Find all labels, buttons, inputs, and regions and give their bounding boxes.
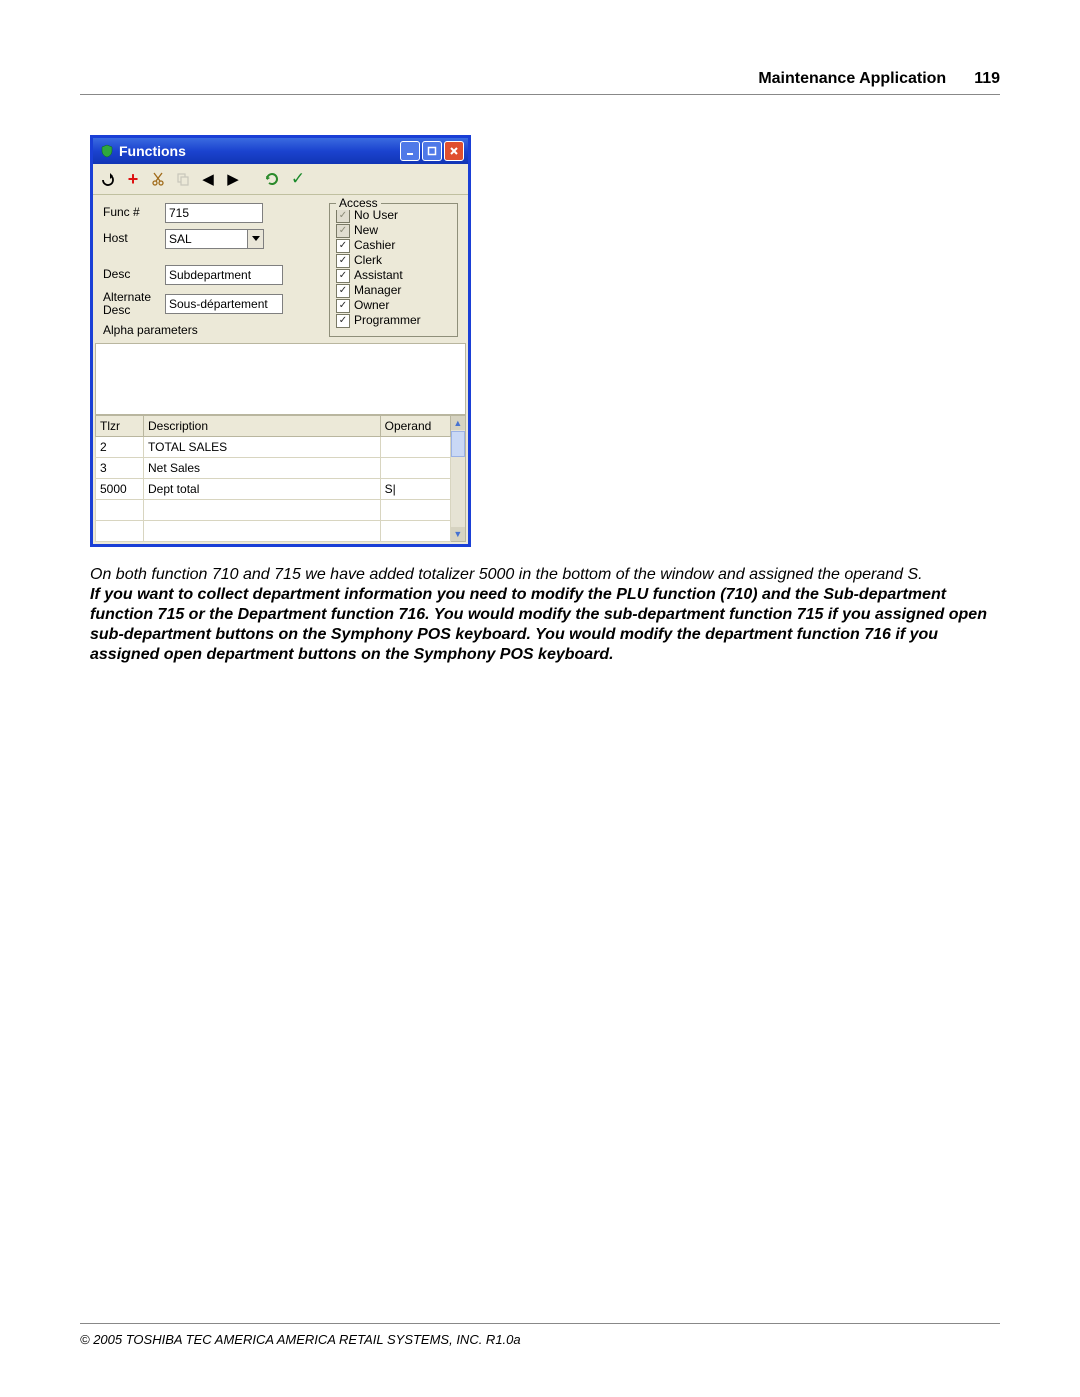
next-icon[interactable]: ▶ [224,170,242,188]
cell-operand[interactable] [380,458,450,479]
cell-tlzr[interactable] [96,521,144,542]
checkbox-icon[interactable]: ✓ [336,254,350,268]
table-row[interactable]: 5000Dept totalS| [96,479,451,500]
checkbox-icon[interactable]: ✓ [336,239,350,253]
table-row[interactable]: 2TOTAL SALES [96,437,451,458]
alpha-parameters-label: Alpha parameters [103,323,319,337]
access-label: No User [354,208,398,223]
add-icon[interactable]: + [124,170,142,188]
access-label: Owner [354,298,389,313]
scroll-up-icon[interactable]: ▲ [451,416,465,430]
cell-operand[interactable]: S| [380,479,450,500]
table-row[interactable] [96,521,451,542]
body-text: On both function 710 and 715 we have add… [90,565,990,665]
col-tlzr[interactable]: Tlzr [96,416,144,437]
cell-desc[interactable]: Net Sales [144,458,381,479]
ok-icon[interactable]: ✓ [289,170,307,188]
cell-tlzr[interactable]: 2 [96,437,144,458]
titlebar[interactable]: Functions [93,138,468,164]
func-label: Func # [103,206,165,219]
header-section: Maintenance Application [758,70,946,88]
table-row[interactable]: 3Net Sales [96,458,451,479]
page-header: Maintenance Application 119 [80,70,1000,95]
undo-icon[interactable] [99,170,117,188]
scroll-thumb[interactable] [451,431,465,457]
checkbox-icon[interactable]: ✓ [336,284,350,298]
access-label: New [354,223,378,238]
access-label: Cashier [354,238,395,253]
form-area: Func # Host Desc [93,195,468,341]
col-description[interactable]: Description [144,416,381,437]
access-group: Access ✓No User ✓New ✓Cashier ✓Clerk ✓As… [329,203,458,337]
caption-paragraph: On both function 710 and 715 we have add… [90,565,990,585]
totalizer-table-wrap: Tlzr Description Operand 2TOTAL SALES 3N… [95,415,466,542]
cell-desc[interactable]: Dept total [144,479,381,500]
cell-operand[interactable] [380,437,450,458]
cell-desc[interactable] [144,500,381,521]
desc-label: Desc [103,268,165,281]
close-button[interactable] [444,141,464,161]
cell-operand[interactable] [380,521,450,542]
access-label: Manager [354,283,401,298]
access-legend: Access [336,196,381,210]
checkbox-icon[interactable]: ✓ [336,209,350,223]
page-footer: © 2005 TOSHIBA TEC AMERICA AMERICA RETAI… [80,1323,1000,1347]
access-row-clerk[interactable]: ✓ Clerk [336,253,451,268]
cell-tlzr[interactable]: 3 [96,458,144,479]
access-label: Programmer [354,313,421,328]
app-icon [99,143,115,159]
cell-desc[interactable]: TOTAL SALES [144,437,381,458]
host-dropdown-button[interactable] [248,229,264,249]
functions-window: Functions + ◀ ▶ [90,135,471,547]
cell-tlzr[interactable]: 5000 [96,479,144,500]
table-scrollbar[interactable]: ▲ ▼ [451,415,466,542]
empty-panel [95,343,466,415]
access-row-new[interactable]: ✓ New [336,223,451,238]
access-row-manager[interactable]: ✓ Manager [336,283,451,298]
maximize-button[interactable] [422,141,442,161]
access-row-nouser[interactable]: ✓ No User [336,208,451,223]
access-label: Assistant [354,268,403,283]
refresh-icon[interactable] [264,170,282,188]
host-input[interactable] [165,229,248,249]
cell-operand[interactable] [380,500,450,521]
cell-tlzr[interactable] [96,500,144,521]
totalizer-table[interactable]: Tlzr Description Operand 2TOTAL SALES 3N… [95,415,451,542]
access-row-assistant[interactable]: ✓ Assistant [336,268,451,283]
prev-icon[interactable]: ◀ [199,170,217,188]
access-row-programmer[interactable]: ✓ Programmer [336,313,451,328]
desc-input[interactable] [165,265,283,285]
func-input[interactable] [165,203,263,223]
scroll-down-icon[interactable]: ▼ [451,527,465,541]
checkbox-icon[interactable]: ✓ [336,299,350,313]
checkbox-icon[interactable]: ✓ [336,269,350,283]
access-row-cashier[interactable]: ✓ Cashier [336,238,451,253]
altdesc-input[interactable] [165,294,283,314]
toolbar: + ◀ ▶ ✓ [93,164,468,195]
header-page-number: 119 [974,70,1000,88]
minimize-button[interactable] [400,141,420,161]
cell-desc[interactable] [144,521,381,542]
checkbox-icon[interactable]: ✓ [336,224,350,238]
host-label: Host [103,232,165,245]
table-row[interactable] [96,500,451,521]
col-operand[interactable]: Operand [380,416,450,437]
window-title: Functions [119,143,398,159]
access-row-owner[interactable]: ✓ Owner [336,298,451,313]
table-header-row: Tlzr Description Operand [96,416,451,437]
copy-icon[interactable] [174,170,192,188]
access-label: Clerk [354,253,382,268]
cut-icon[interactable] [149,170,167,188]
altdesc-label: Alternate Desc [103,291,165,317]
checkbox-icon[interactable]: ✓ [336,314,350,328]
instruction-paragraph: If you want to collect department inform… [90,585,990,665]
